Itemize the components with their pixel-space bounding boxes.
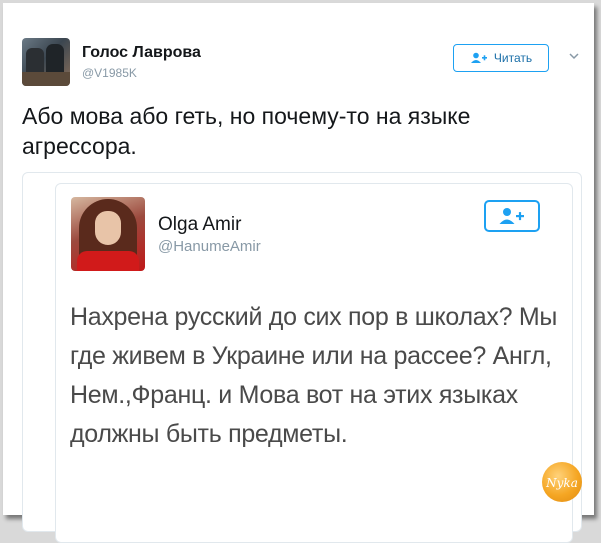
watermark-logo: Nyka — [542, 462, 582, 502]
quoted-author-avatar[interactable] — [71, 197, 145, 271]
follow-user-icon — [499, 208, 524, 224]
follow-user-icon — [470, 52, 487, 63]
chevron-down-icon[interactable] — [568, 50, 580, 62]
watermark-text: Nyka — [545, 476, 578, 490]
quoted-follow-button[interactable] — [484, 200, 540, 232]
follow-button-label: Читать — [493, 51, 533, 65]
author-avatar[interactable] — [22, 38, 70, 86]
quoted-author-name[interactable]: Olga Amir — [158, 214, 241, 236]
follow-button[interactable]: Читать — [453, 44, 549, 72]
author-handle[interactable]: @V1985K — [82, 66, 137, 80]
author-name[interactable]: Голос Лаврова — [82, 44, 201, 62]
quoted-tweet-text: Нахрена русский до сих пор в школах? Мы … — [70, 303, 558, 448]
quoted-author-handle[interactable]: @HanumeAmir — [158, 238, 261, 255]
tweet-text: Або мова або геть, но почему-то на языке… — [22, 103, 471, 159]
